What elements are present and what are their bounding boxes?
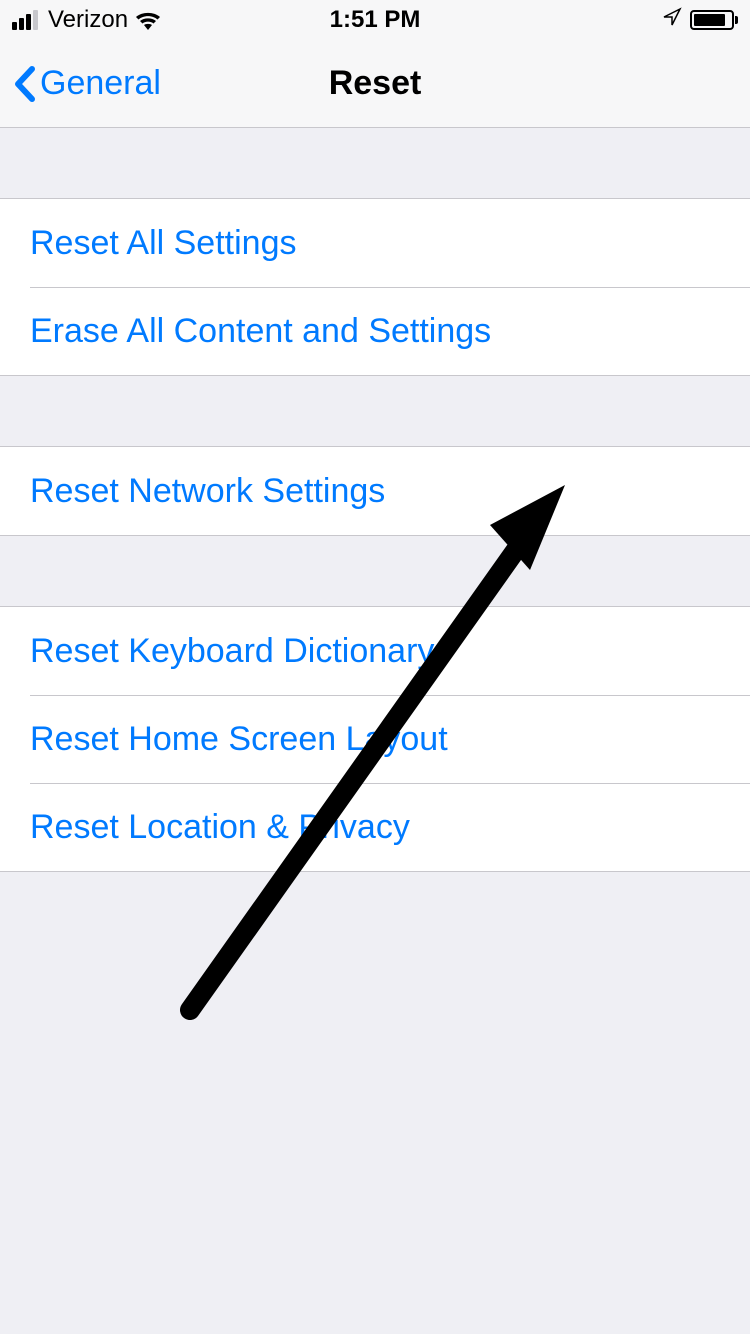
group-spacer [0, 128, 750, 198]
reset-keyboard-dictionary-item[interactable]: Reset Keyboard Dictionary [0, 607, 750, 695]
status-bar: Verizon 1:51 PM [0, 0, 750, 40]
battery-icon [690, 10, 738, 30]
list-item-label: Reset Network Settings [30, 472, 385, 511]
page-title: Reset [329, 64, 422, 103]
reset-location-privacy-item[interactable]: Reset Location & Privacy [0, 783, 750, 871]
group-spacer [0, 536, 750, 606]
reset-all-settings-item[interactable]: Reset All Settings [0, 199, 750, 287]
list-item-label: Reset Location & Privacy [30, 808, 410, 847]
status-left: Verizon [12, 6, 162, 34]
settings-group-3: Reset Keyboard Dictionary Reset Home Scr… [0, 606, 750, 872]
status-right [662, 6, 738, 34]
list-item-label: Reset All Settings [30, 224, 296, 263]
list-item-label: Erase All Content and Settings [30, 312, 491, 351]
reset-home-screen-layout-item[interactable]: Reset Home Screen Layout [0, 695, 750, 783]
wifi-icon [134, 10, 162, 30]
chevron-left-icon [12, 65, 36, 103]
settings-group-2: Reset Network Settings [0, 446, 750, 536]
cellular-signal-icon [12, 10, 38, 30]
group-spacer [0, 376, 750, 446]
reset-network-settings-item[interactable]: Reset Network Settings [0, 447, 750, 535]
settings-group-1: Reset All Settings Erase All Content and… [0, 198, 750, 376]
location-icon [662, 6, 682, 34]
erase-all-content-item[interactable]: Erase All Content and Settings [0, 287, 750, 375]
back-label: General [40, 64, 161, 103]
list-item-label: Reset Home Screen Layout [30, 720, 448, 759]
carrier-label: Verizon [48, 6, 128, 34]
list-item-label: Reset Keyboard Dictionary [30, 632, 434, 671]
back-button[interactable]: General [0, 64, 161, 103]
status-time: 1:51 PM [330, 6, 421, 34]
navigation-bar: General Reset [0, 40, 750, 128]
